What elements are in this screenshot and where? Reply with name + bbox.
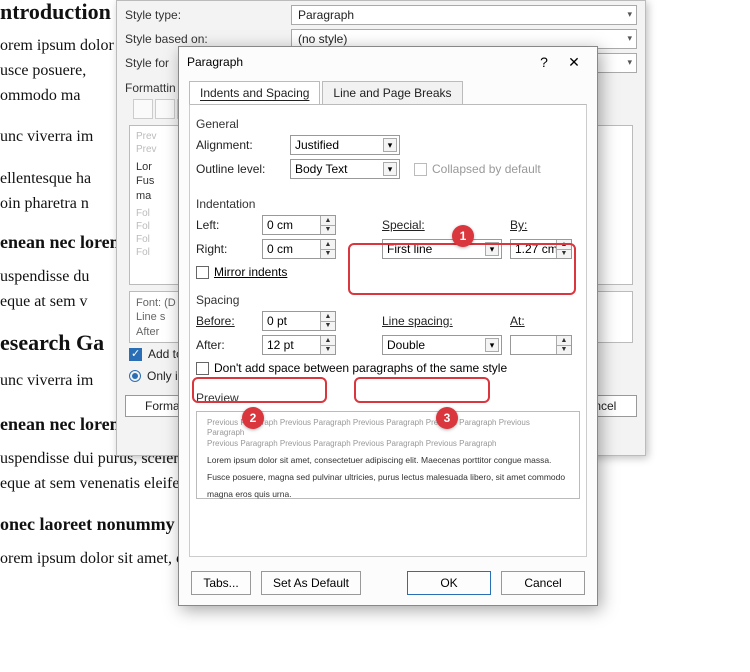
general-section-title: General — [196, 117, 580, 131]
dialog-button-row: Tabs... Set As Default OK Cancel — [179, 563, 597, 605]
line-spacing-select[interactable]: Double▾ — [382, 335, 502, 355]
collapsed-label: Collapsed by default — [432, 162, 541, 176]
outline-level-select[interactable]: Body Text▾ — [290, 159, 400, 179]
style-type-select[interactable]: Paragraph — [291, 5, 637, 25]
tab-line-page-breaks[interactable]: Line and Page Breaks — [322, 81, 462, 104]
align-icon[interactable] — [133, 99, 153, 119]
help-button[interactable]: ? — [529, 54, 559, 70]
indent-right-input[interactable]: 0 cm▲▼ — [262, 239, 336, 259]
spin-up-icon: ▲ — [321, 240, 335, 250]
alignment-select[interactable]: Justified▾ — [290, 135, 400, 155]
paragraph-dialog: Paragraph ? ✕ Indents and Spacing Line a… — [178, 46, 598, 606]
outline-level-label: Outline level: — [196, 162, 282, 176]
callout-bubble-2: 2 — [242, 407, 264, 429]
alignment-label: Alignment: — [196, 138, 282, 152]
indent-left-input[interactable]: 0 cm▲▼ — [262, 215, 336, 235]
callout-bubble-3: 3 — [436, 407, 458, 429]
dont-add-space-check[interactable]: Don't add space between paragraphs of th… — [196, 361, 580, 375]
checkbox-icon — [196, 266, 209, 279]
spin-down-icon: ▼ — [321, 346, 335, 355]
spacing-after-input[interactable]: 12 pt▲▼ — [262, 335, 336, 355]
collapsed-checkbox — [414, 163, 427, 176]
line-spacing-label: Line spacing: — [382, 314, 502, 328]
checkbox-icon — [196, 362, 209, 375]
callout-2 — [192, 377, 327, 403]
dialog-title: Paragraph — [187, 55, 529, 69]
at-input[interactable]: ▲▼ — [510, 335, 572, 355]
indentation-section-title: Indentation — [196, 197, 580, 211]
indent-right-label: Right: — [196, 242, 254, 256]
checkbox-icon — [129, 348, 142, 361]
spin-up-icon: ▲ — [557, 336, 571, 346]
radio-icon — [129, 370, 141, 382]
special-indent-label: Special: — [382, 218, 502, 232]
title-bar: Paragraph ? ✕ — [179, 47, 597, 77]
tabs-button[interactable]: Tabs... — [191, 571, 251, 595]
spin-up-icon: ▲ — [321, 312, 335, 322]
callout-bubble-1: 1 — [452, 225, 474, 247]
tab-body: General Alignment: Justified▾ Outline le… — [189, 104, 587, 557]
chevron-down-icon: ▾ — [383, 138, 397, 152]
spacing-section-title: Spacing — [196, 293, 580, 307]
indent-left-label: Left: — [196, 218, 254, 232]
style-type-label: Style type: — [125, 8, 285, 22]
spin-down-icon: ▼ — [321, 322, 335, 331]
spin-down-icon: ▼ — [321, 226, 335, 235]
spin-down-icon: ▼ — [321, 250, 335, 259]
by-label: By: — [510, 218, 572, 232]
chevron-down-icon: ▾ — [485, 338, 499, 352]
spacing-before-label: Before: — [196, 314, 254, 328]
spin-up-icon: ▲ — [321, 336, 335, 346]
style-based-on-label: Style based on: — [125, 32, 285, 46]
spin-up-icon: ▲ — [321, 216, 335, 226]
spacing-after-label: After: — [196, 338, 254, 352]
spacing-before-input[interactable]: 0 pt▲▼ — [262, 311, 336, 331]
tab-indents-spacing[interactable]: Indents and Spacing — [189, 81, 320, 104]
callout-3 — [354, 377, 490, 403]
at-label: At: — [510, 314, 572, 328]
cancel-button[interactable]: Cancel — [501, 571, 585, 595]
tab-strip: Indents and Spacing Line and Page Breaks — [179, 77, 597, 104]
set-default-button[interactable]: Set As Default — [261, 571, 361, 595]
ok-button[interactable]: OK — [407, 571, 491, 595]
align-icon[interactable] — [155, 99, 175, 119]
chevron-down-icon: ▾ — [383, 162, 397, 176]
close-button[interactable]: ✕ — [559, 54, 589, 71]
callout-1 — [348, 243, 576, 295]
spin-down-icon: ▼ — [557, 346, 571, 355]
